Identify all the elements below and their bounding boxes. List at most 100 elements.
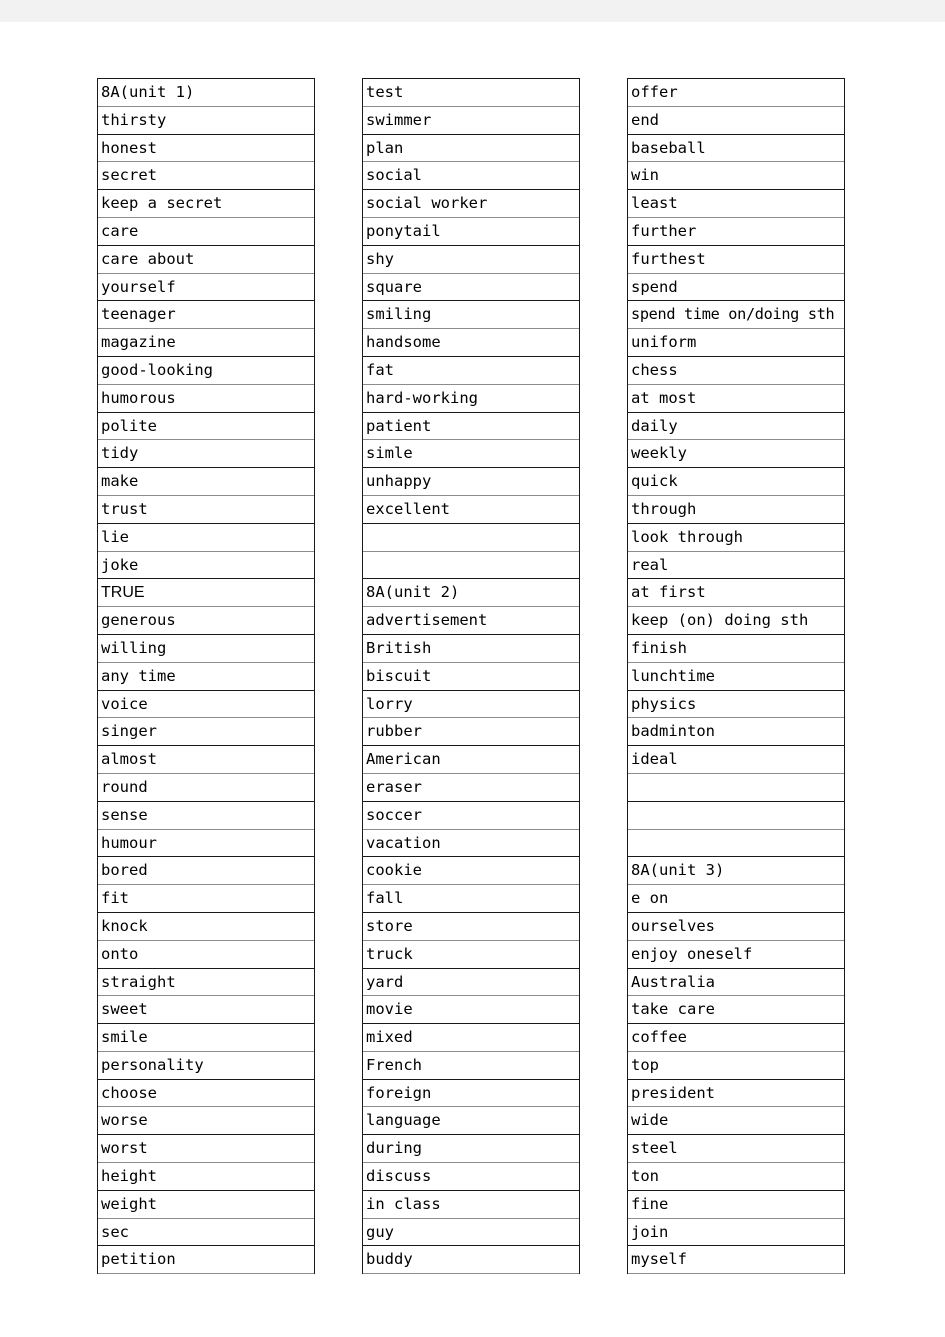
word-cell: 8A(unit 2) — [363, 579, 579, 608]
word-cell: foreign — [363, 1080, 579, 1108]
word-cell: furthest — [628, 246, 844, 274]
word-cell: test — [363, 79, 579, 107]
word-cell: yard — [363, 969, 579, 997]
word-cell: Australia — [628, 969, 844, 997]
word-cell: TRUE — [98, 579, 314, 608]
word-cell: voice — [98, 691, 314, 719]
word-cell: 8A(unit 3) — [628, 857, 844, 886]
word-cell: ideal — [628, 746, 844, 774]
word-cell: guy — [363, 1219, 579, 1247]
word-cell: fine — [628, 1191, 844, 1219]
word-cell: end — [628, 107, 844, 135]
word-cell: British — [363, 635, 579, 663]
word-cell: further — [628, 218, 844, 246]
word-cell: president — [628, 1080, 844, 1108]
word-cell: baseball — [628, 135, 844, 163]
word-cell: make — [98, 468, 314, 496]
word-cell: fat — [363, 357, 579, 385]
word-cell: weight — [98, 1191, 314, 1219]
word-cell: petition — [98, 1246, 314, 1275]
word-cell: excellent — [363, 496, 579, 524]
word-cell-empty — [363, 552, 579, 580]
word-cell: through — [628, 496, 844, 524]
word-cell: in class — [363, 1191, 579, 1219]
word-cell: keep a secret — [98, 190, 314, 218]
word-cell: rubber — [363, 718, 579, 747]
word-cell: soccer — [363, 802, 579, 830]
word-cell: sec — [98, 1219, 314, 1247]
word-cell: at first — [628, 579, 844, 608]
column-1: 8A(unit 1) thirsty honest secret keep a secr… — [97, 78, 315, 1275]
word-cell: round — [98, 774, 314, 802]
word-cell: onto — [98, 941, 314, 969]
word-cell: humorous — [98, 385, 314, 413]
word-cell: chess — [628, 357, 844, 385]
word-cell: steel — [628, 1135, 844, 1164]
word-cell: straight — [98, 969, 314, 997]
word-cell: win — [628, 162, 844, 191]
word-cell: truck — [363, 941, 579, 969]
word-cell: patient — [363, 413, 579, 441]
word-cell: fit — [98, 885, 314, 913]
document-page: 8A(unit 1) thirsty honest secret keep a secr… — [0, 0, 945, 1337]
word-cell: biscuit — [363, 663, 579, 691]
word-cell: French — [363, 1052, 579, 1080]
word-cell: generous — [98, 607, 314, 635]
word-cell-empty — [363, 524, 579, 552]
word-cell: daily — [628, 413, 844, 441]
word-cell: magazine — [98, 329, 314, 357]
word-cell: smiling — [363, 301, 579, 330]
word-cell: social — [363, 162, 579, 191]
word-cell: vacation — [363, 830, 579, 858]
word-cell: weekly — [628, 440, 844, 469]
word-cell: bored — [98, 857, 314, 886]
word-cell: height — [98, 1163, 314, 1191]
word-cell: knock — [98, 913, 314, 941]
word-cell: care — [98, 218, 314, 246]
page-left-margin — [0, 22, 22, 1337]
word-cell: top — [628, 1052, 844, 1080]
word-cell: buddy — [363, 1246, 579, 1275]
word-cell: unhappy — [363, 468, 579, 496]
word-cell: ponytail — [363, 218, 579, 246]
word-cell: square — [363, 274, 579, 302]
word-cell: American — [363, 746, 579, 774]
word-cell: badminton — [628, 718, 844, 747]
word-cell: shy — [363, 246, 579, 274]
word-cell: join — [628, 1219, 844, 1247]
word-cell: lunchtime — [628, 663, 844, 691]
word-cell: spend time on/doing sth — [628, 301, 844, 330]
word-cell: sense — [98, 802, 314, 830]
word-cell: polite — [98, 413, 314, 441]
word-cell: smile — [98, 1024, 314, 1052]
word-cell: least — [628, 190, 844, 218]
word-cell-empty — [628, 830, 844, 858]
word-cell: tidy — [98, 440, 314, 469]
word-cell: uniform — [628, 329, 844, 357]
word-cell: willing — [98, 635, 314, 663]
word-cell: worse — [98, 1107, 314, 1136]
word-cell: any time — [98, 663, 314, 691]
word-cell: lie — [98, 524, 314, 552]
word-cell: personality — [98, 1052, 314, 1080]
word-cell: worst — [98, 1135, 314, 1164]
word-cell-empty — [628, 802, 844, 830]
word-cell: plan — [363, 135, 579, 163]
word-cell: 8A(unit 1) — [98, 79, 314, 107]
word-cell: sweet — [98, 996, 314, 1025]
column-3: offer end baseball win least further furthest s… — [627, 78, 845, 1275]
word-cell: teenager — [98, 301, 314, 330]
word-cell: thirsty — [98, 107, 314, 135]
word-cell: store — [363, 913, 579, 941]
word-cell: humour — [98, 830, 314, 858]
word-cell: advertisement — [363, 607, 579, 635]
word-cell: yourself — [98, 274, 314, 302]
word-cell: real — [628, 552, 844, 580]
word-cell: simle — [363, 440, 579, 469]
word-cell: at most — [628, 385, 844, 413]
word-cell: social worker — [363, 190, 579, 218]
word-cell: trust — [98, 496, 314, 524]
word-cell: quick — [628, 468, 844, 496]
word-cell: offer — [628, 79, 844, 107]
word-cell: care about — [98, 246, 314, 274]
